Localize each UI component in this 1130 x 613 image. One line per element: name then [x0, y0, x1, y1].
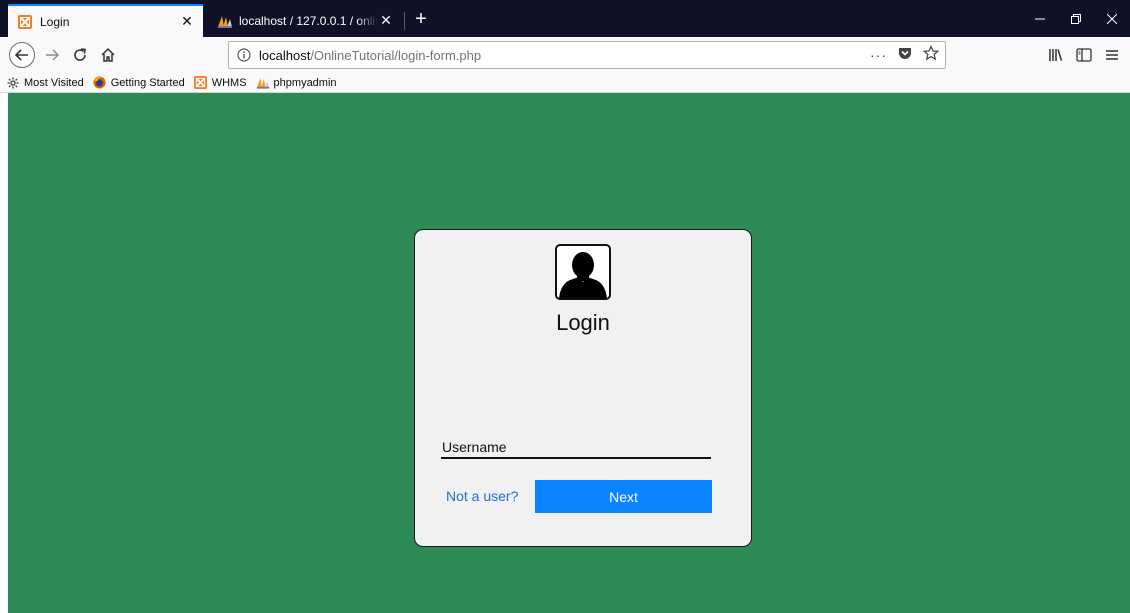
back-arrow-icon	[9, 42, 35, 68]
login-title: Login	[556, 310, 610, 335]
minimize-window-icon[interactable]	[1022, 0, 1058, 37]
forward-arrow-icon	[46, 49, 59, 61]
sidebar-icon	[1076, 48, 1092, 62]
bookmark-label: Getting Started	[110, 76, 185, 89]
bookmark-star-icon[interactable]	[922, 45, 940, 64]
close-tab-icon[interactable]: ✕	[179, 13, 195, 30]
hamburger-menu-icon	[1106, 50, 1118, 60]
bookmarks-toolbar: Most Visited Getting Started WHMS phpmya…	[0, 73, 1130, 93]
bookmark-label: phpmyadmin	[273, 76, 337, 89]
tab-strip: Login ✕ localhost / 127.0.0.1 / onlinetu…	[0, 0, 1130, 37]
bookmark-whms[interactable]: WHMS	[194, 76, 247, 90]
restore-window-icon[interactable]	[1058, 0, 1094, 37]
url-host: localhost	[259, 47, 311, 63]
bookmark-label: Most Visited	[24, 76, 84, 89]
library-icon	[1049, 49, 1063, 61]
bookmark-phpmyadmin[interactable]: phpmyadmin	[256, 76, 337, 90]
new-tab-plus-icon[interactable]: +	[409, 8, 433, 32]
phpmyadmin-icon	[256, 76, 270, 90]
url-actions: ···	[870, 45, 940, 64]
xampp-favicon-icon	[18, 14, 32, 29]
menu-button[interactable]	[1098, 41, 1126, 69]
username-label: Username	[442, 439, 507, 455]
pocket-icon[interactable]	[897, 45, 913, 64]
home-icon	[101, 47, 115, 62]
phpmyadmin-favicon-icon	[217, 14, 232, 28]
tab-separator	[404, 12, 405, 30]
reload-button[interactable]	[66, 41, 94, 69]
library-button[interactable]	[1042, 41, 1070, 69]
bookmark-label: WHMS	[211, 76, 247, 89]
firefox-icon	[93, 76, 107, 90]
bookmark-getting-started[interactable]: Getting Started	[93, 76, 185, 90]
reload-icon	[74, 48, 86, 61]
user-avatar-icon	[555, 244, 611, 300]
close-window-icon[interactable]	[1094, 0, 1130, 37]
xampp-icon	[194, 76, 208, 90]
url-text[interactable]: localhost/OnlineTutorial/login-form.php	[259, 48, 481, 63]
site-info-icon[interactable]	[233, 44, 255, 66]
url-path: /OnlineTutorial/login-form.php	[310, 47, 482, 63]
page-background: Login Username Not a user? Next	[8, 93, 1130, 613]
tab-phpmyadmin[interactable]: localhost / 127.0.0.1 / onlinetutorial ✕	[207, 4, 402, 37]
login-card: Login Username Not a user? Next	[414, 229, 752, 547]
sidebar-button[interactable]	[1070, 41, 1098, 69]
forward-button[interactable]	[38, 41, 66, 69]
navigation-toolbar: localhost/OnlineTutorial/login-form.php …	[0, 37, 1130, 73]
tab-title: Login	[40, 14, 70, 29]
not-a-user-link[interactable]: Not a user?	[446, 488, 518, 504]
bookmark-most-visited[interactable]: Most Visited	[6, 76, 84, 90]
back-button[interactable]	[8, 41, 36, 69]
page-viewport: Login Username Not a user? Next	[0, 93, 1130, 613]
address-bar[interactable]: localhost/OnlineTutorial/login-form.php …	[228, 41, 946, 69]
close-tab-icon[interactable]: ✕	[378, 12, 394, 29]
tab-login[interactable]: Login ✕	[8, 4, 203, 37]
next-button[interactable]: Next	[535, 480, 712, 513]
tab-title: localhost / 127.0.0.1 / onlinetutorial	[239, 13, 378, 28]
gear-icon	[6, 76, 20, 90]
home-button[interactable]	[94, 41, 122, 69]
page-actions-menu-icon[interactable]: ···	[870, 47, 887, 63]
